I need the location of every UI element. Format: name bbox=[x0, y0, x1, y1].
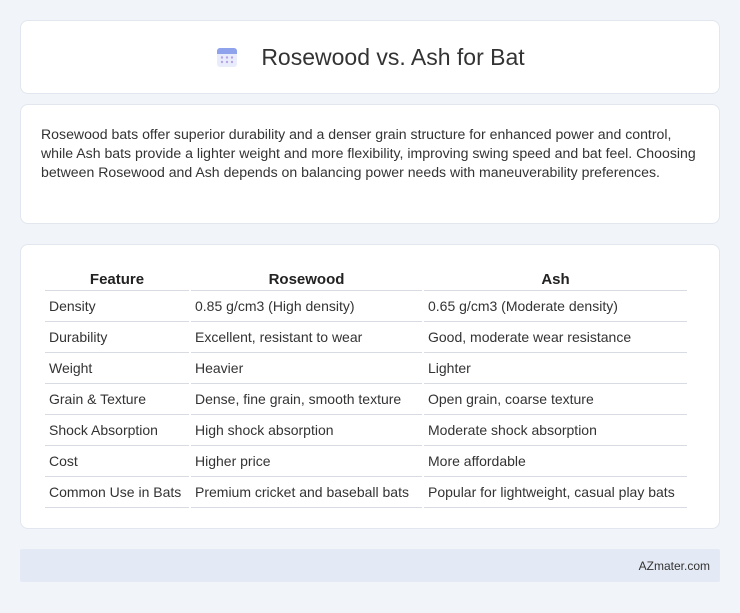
footer: AZmater.com bbox=[20, 549, 720, 582]
header-rosewood: Rosewood bbox=[191, 265, 422, 291]
feature-cell: Weight bbox=[45, 353, 189, 384]
rosewood-cell: Higher price bbox=[191, 446, 422, 477]
table-row: Cost Higher price More affordable bbox=[45, 446, 687, 477]
ash-cell: Lighter bbox=[424, 353, 687, 384]
rosewood-cell: Premium cricket and baseball bats bbox=[191, 477, 422, 508]
ash-cell: Good, moderate wear resistance bbox=[424, 322, 687, 353]
title-card: Rosewood vs. Ash for Bat bbox=[20, 20, 720, 94]
intro-card: Rosewood bats offer superior durability … bbox=[20, 104, 720, 224]
header-ash: Ash bbox=[424, 265, 687, 291]
table-row: Shock Absorption High shock absorption M… bbox=[45, 415, 687, 446]
feature-cell: Density bbox=[45, 291, 189, 322]
table-row: Weight Heavier Lighter bbox=[45, 353, 687, 384]
ash-cell: Popular for lightweight, casual play bat… bbox=[424, 477, 687, 508]
rosewood-cell: High shock absorption bbox=[191, 415, 422, 446]
comparison-table: Feature Rosewood Ash Density 0.85 g/cm3 … bbox=[43, 265, 689, 508]
page-title: Rosewood vs. Ash for Bat bbox=[261, 43, 525, 70]
header-feature: Feature bbox=[45, 265, 189, 291]
intro-text: Rosewood bats offer superior durability … bbox=[41, 126, 696, 180]
table-row: Common Use in Bats Premium cricket and b… bbox=[45, 477, 687, 508]
ash-cell: Open grain, coarse texture bbox=[424, 384, 687, 415]
table-row: Durability Excellent, resistant to wear … bbox=[45, 322, 687, 353]
rosewood-cell: Dense, fine grain, smooth texture bbox=[191, 384, 422, 415]
feature-cell: Common Use in Bats bbox=[45, 477, 189, 508]
footer-site-link[interactable]: AZmater.com bbox=[639, 559, 710, 573]
table-header-row: Feature Rosewood Ash bbox=[45, 265, 687, 291]
title-wrap: Rosewood vs. Ash for Bat bbox=[215, 43, 525, 71]
table-row: Density 0.85 g/cm3 (High density) 0.65 g… bbox=[45, 291, 687, 322]
rosewood-cell: Heavier bbox=[191, 353, 422, 384]
feature-cell: Durability bbox=[45, 322, 189, 353]
ash-cell: 0.65 g/cm3 (Moderate density) bbox=[424, 291, 687, 322]
feature-cell: Cost bbox=[45, 446, 189, 477]
ash-cell: Moderate shock absorption bbox=[424, 415, 687, 446]
table-row: Grain & Texture Dense, fine grain, smoot… bbox=[45, 384, 687, 415]
table-card: Feature Rosewood Ash Density 0.85 g/cm3 … bbox=[20, 244, 720, 529]
feature-cell: Grain & Texture bbox=[45, 384, 189, 415]
ash-cell: More affordable bbox=[424, 446, 687, 477]
feature-cell: Shock Absorption bbox=[45, 415, 189, 446]
rosewood-cell: Excellent, resistant to wear bbox=[191, 322, 422, 353]
calendar-icon bbox=[217, 48, 238, 67]
rosewood-cell: 0.85 g/cm3 (High density) bbox=[191, 291, 422, 322]
